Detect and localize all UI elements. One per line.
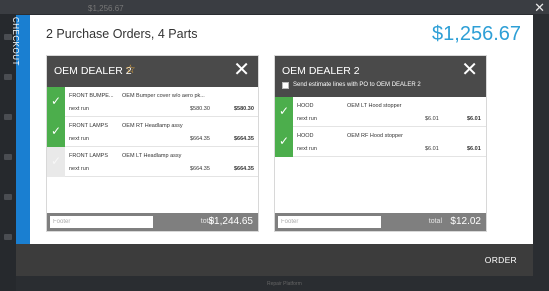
line-description: OEM Bumper cover w/o aero pk... bbox=[122, 93, 205, 99]
line-description: OEM LT Headlamp assy bbox=[122, 153, 182, 159]
line-category: FRONT LAMPS bbox=[69, 153, 109, 159]
sidebar-icon bbox=[4, 154, 12, 160]
line-checkbox[interactable]: ✓ bbox=[47, 117, 65, 147]
footer-input[interactable] bbox=[278, 216, 381, 228]
line-category: HOOD bbox=[297, 103, 314, 109]
line-net-price: $664.35 bbox=[234, 166, 254, 172]
po-total: $12.02 bbox=[450, 216, 481, 227]
line-net-price: $6.01 bbox=[467, 116, 481, 122]
line-run[interactable]: next run bbox=[69, 166, 89, 172]
part-line: ✓ FRONT LAMPS OEM RT Headlamp assy next … bbox=[47, 117, 258, 147]
sidebar-icon bbox=[4, 234, 12, 240]
background-footer-text: Repair Platform bbox=[267, 281, 302, 287]
send-estimate-checkbox[interactable] bbox=[282, 81, 289, 89]
sidebar-icon bbox=[4, 194, 12, 200]
grand-total: $1,256.67 bbox=[432, 23, 521, 45]
line-list-price: $664.35 bbox=[190, 136, 210, 142]
checkmark-icon: ✓ bbox=[279, 104, 290, 118]
sidebar-icon bbox=[4, 114, 12, 120]
checkmark-icon: ✓ bbox=[279, 134, 290, 148]
total-label: total bbox=[428, 218, 442, 225]
card-footer: total $1,244.65 bbox=[47, 213, 258, 231]
send-estimate-option[interactable]: Send estimate lines with PO to OEM DEALE… bbox=[282, 80, 421, 90]
footer-input[interactable] bbox=[50, 216, 153, 228]
line-category: FRONT LAMPS bbox=[69, 123, 109, 129]
checkout-modal: CHECKOUT 2 Purchase Orders, 4 Parts $1,2… bbox=[11, 15, 533, 244]
star-icon[interactable]: ☆ bbox=[125, 62, 136, 76]
order-bar: ORDER bbox=[16, 244, 533, 276]
part-line: ✓ HOOD OEM RF Hood stopper next run $6.0… bbox=[275, 127, 486, 157]
background-total: $1,256.67 bbox=[88, 4, 124, 13]
purchase-order-card: OEM DEALER 2 ✕ Send estimate lines with … bbox=[274, 55, 487, 232]
send-estimate-label: Send estimate lines with PO to OEM DEALE… bbox=[293, 82, 421, 88]
line-list-price: $580.30 bbox=[190, 106, 210, 112]
dealer-name: OEM DEALER 2 bbox=[282, 65, 360, 77]
background-topbar: $1,256.67 bbox=[0, 0, 549, 14]
line-list-price: $664.35 bbox=[190, 166, 210, 172]
checkout-tab-label: CHECKOUT bbox=[11, 17, 20, 66]
checkout-tab[interactable]: CHECKOUT bbox=[11, 15, 30, 244]
checkmark-icon: ✓ bbox=[51, 94, 62, 108]
order-button[interactable]: ORDER bbox=[485, 255, 517, 265]
close-modal-icon[interactable]: ✕ bbox=[534, 0, 545, 16]
line-description: OEM RF Hood stopper bbox=[347, 133, 403, 139]
line-category: FRONT BUMPE... bbox=[69, 93, 114, 99]
part-line: ✓ FRONT LAMPS OEM LT Headlamp assy next … bbox=[47, 147, 258, 177]
line-description: OEM RT Headlamp assy bbox=[122, 123, 183, 129]
checkmark-icon: ✓ bbox=[51, 124, 62, 138]
card-footer: total $12.02 bbox=[275, 213, 486, 231]
line-checkbox[interactable]: ✓ bbox=[275, 127, 293, 157]
line-list-price: $6.01 bbox=[425, 116, 439, 122]
line-net-price: $580.30 bbox=[234, 106, 254, 112]
line-description: OEM LT Hood stopper bbox=[347, 103, 402, 109]
line-run[interactable]: next run bbox=[69, 136, 89, 142]
line-list-price: $6.01 bbox=[425, 146, 439, 152]
line-run[interactable]: next run bbox=[297, 146, 317, 152]
line-net-price: $664.35 bbox=[234, 136, 254, 142]
part-line: ✓ FRONT BUMPE... OEM Bumper cover w/o ae… bbox=[47, 87, 258, 117]
line-net-price: $6.01 bbox=[467, 146, 481, 152]
line-checkbox[interactable]: ✓ bbox=[47, 147, 65, 177]
remove-po-icon[interactable]: ✕ bbox=[461, 58, 478, 82]
line-category: HOOD bbox=[297, 133, 314, 139]
part-line: ✓ HOOD OEM LT Hood stopper next run $6.0… bbox=[275, 97, 486, 127]
remove-po-icon[interactable]: ✕ bbox=[233, 58, 250, 82]
purchase-order-card: OEM DEALER 2 ☆ ✕ ✓ FRONT BUMPE... OEM Bu… bbox=[46, 55, 259, 232]
po-total: $1,244.65 bbox=[208, 216, 254, 227]
line-checkbox[interactable]: ✓ bbox=[47, 87, 65, 117]
dealer-name: OEM DEALER 2 bbox=[54, 65, 132, 77]
line-run[interactable]: next run bbox=[297, 116, 317, 122]
line-checkbox[interactable]: ✓ bbox=[275, 97, 293, 127]
line-run[interactable]: next run bbox=[69, 106, 89, 112]
card-header: OEM DEALER 2 ☆ ✕ bbox=[47, 56, 258, 87]
card-header: OEM DEALER 2 ✕ Send estimate lines with … bbox=[275, 56, 486, 97]
checkmark-icon: ✓ bbox=[51, 154, 62, 168]
modal-title: 2 Purchase Orders, 4 Parts bbox=[46, 27, 198, 41]
